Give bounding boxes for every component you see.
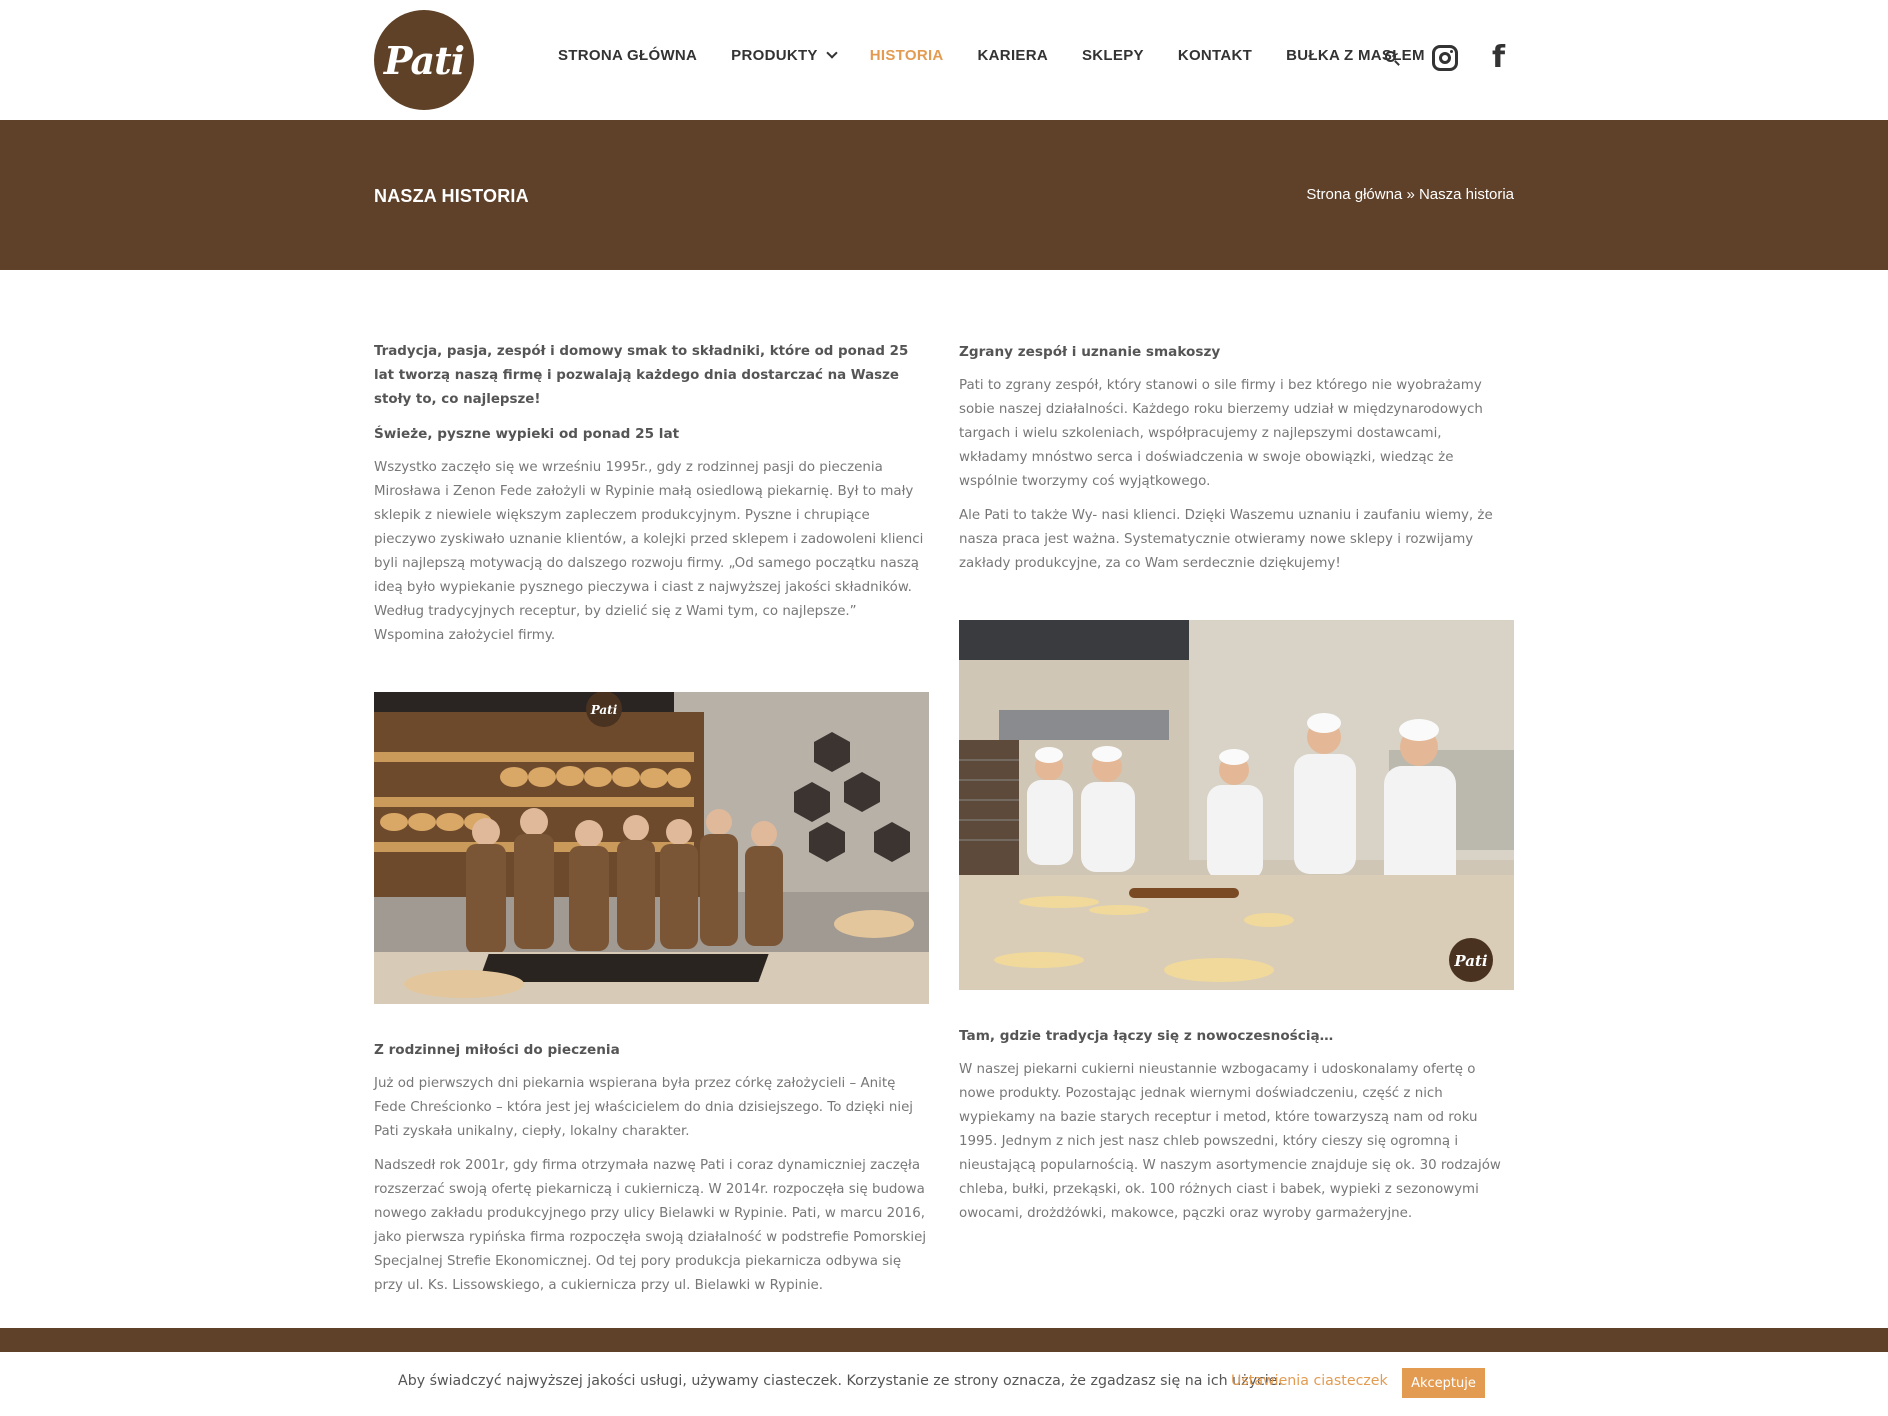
shop-wall-logo: Pati [590,703,618,717]
section-heading-family: Z rodzinnej miłości do pieczenia [374,1042,620,1058]
intro-text: Tradycja, pasja, zespół i domowy smak to… [374,344,909,407]
breadcrumb-current: Nasza historia [1418,186,1514,203]
page-title: NASZA HISTORIA [374,186,529,206]
breadcrumb-home-link[interactable]: Strona główna [1306,186,1402,203]
nav-item-historia[interactable]: HISTORIA [870,47,944,64]
search-icon[interactable] [1385,51,1400,66]
section-heading-team: Zgrany zespół i uznanie smakoszy [959,344,1221,360]
footer-bar [0,1328,1888,1352]
section-heading-tradition: Tam, gdzie tradycja łączy się z nowoczes… [959,1028,1334,1044]
chevron-down-icon [826,47,838,59]
nav-item-strona-glowna[interactable]: STRONA GŁÓWNA [558,47,697,64]
breadcrumb: Strona główna » Nasza historia [1306,186,1514,203]
nav-item-sklepy[interactable]: SKLEPY [1082,47,1144,64]
left-column-bottom: Z rodzinnej miłości do pieczenia Już od … [374,1038,929,1308]
left-column-top: Tradycja, pasja, zespół i domowy smak to… [374,340,929,658]
bakery-photo-logo: Pati [1453,952,1488,970]
tradition-paragraph: W naszej piekarni cukierni nieustannie w… [959,1062,1501,1221]
nav-item-produkty[interactable]: PRODUKTY [731,47,838,64]
cookie-bar: Aby świadczyć najwyższej jakości usługi,… [0,1352,1888,1416]
section-heading-fresh: Świeże, pyszne wypieki od ponad 25 lat [374,426,680,442]
breadcrumb-separator: » [1406,186,1415,203]
history-paragraph-1: Wszystko zaczęło się we wrześniu 1995r.,… [374,460,924,643]
nav-item-kontakt[interactable]: KONTAKT [1178,47,1252,64]
facebook-icon[interactable]: f [1492,43,1505,73]
right-column-bottom: Tam, gdzie tradycja łączy się z nowoczes… [959,1024,1514,1236]
nav-item-kariera[interactable]: KARIERA [978,47,1048,64]
pati-logo[interactable]: Pati [374,10,474,110]
cookie-accept-button[interactable]: Akceptuje [1402,1368,1485,1398]
bakers-team-photo: Pati [959,620,1514,990]
history-paragraph-2: Już od pierwszych dni piekarnia wspieran… [374,1076,914,1139]
instagram-icon[interactable] [1432,45,1458,71]
right-column-top: Zgrany zespół i uznanie smakoszy Pati to… [959,340,1514,586]
nav-item-bulka-z-maslem[interactable]: BUŁKA Z MASŁEM [1286,47,1425,64]
cookie-notice-text: Aby świadczyć najwyższej jakości usługi,… [398,1373,1282,1389]
team-paragraph-2: Ale Pati to także Wy- nasi klienci. Dzię… [959,508,1493,571]
team-paragraph-1: Pati to zgrany zespół, który stanowi o s… [959,378,1483,489]
site-header: Pati STRONA GŁÓWNA PRODUKTY HISTORIA KAR… [0,0,1888,120]
logo-text: Pati [383,37,465,83]
history-paragraph-3: Nadszedł rok 2001r, gdy firma otrzymała … [374,1158,927,1293]
page-title-bar: NASZA HISTORIA Strona główna » Nasza his… [0,120,1888,270]
shop-team-photo: Pati [374,692,929,1004]
cookie-settings-link[interactable]: Ustawienia ciasteczek [1231,1373,1388,1389]
main-nav: STRONA GŁÓWNA PRODUKTY HISTORIA KARIERA … [558,47,1459,64]
